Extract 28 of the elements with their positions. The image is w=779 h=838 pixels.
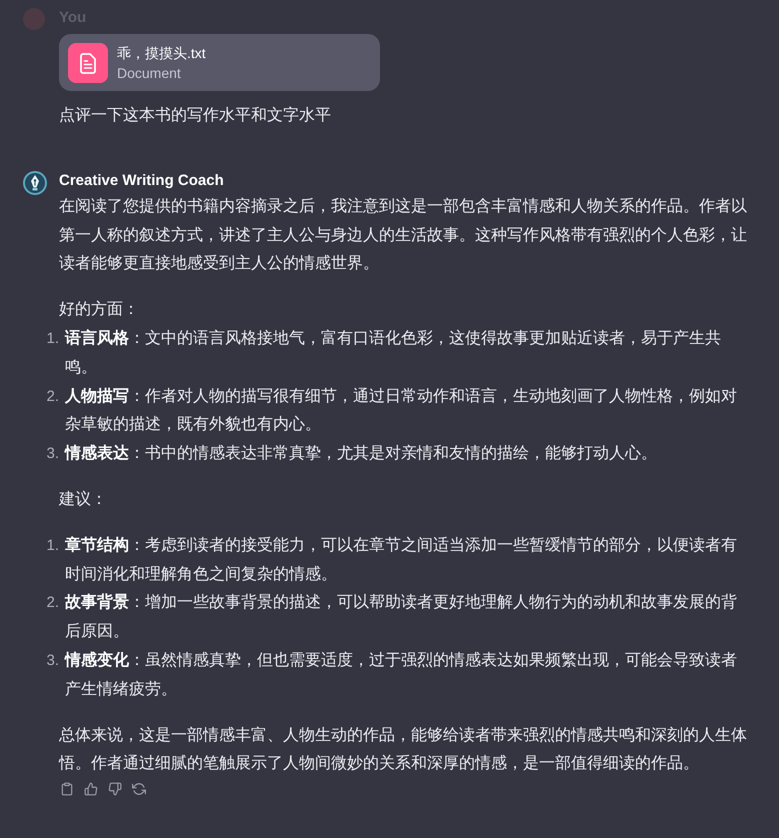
copy-icon[interactable]: [60, 782, 74, 796]
user-avatar-icon: [23, 8, 45, 30]
response-paragraph: 建议：: [59, 490, 108, 510]
refresh-icon[interactable]: [132, 782, 146, 796]
list-item-text: 故事背景：增加一些故事背景的描述，可以帮助读者更好地理解人物行为的动机和故事发展的背后原因。: [65, 592, 738, 642]
list-number: 1.: [45, 536, 59, 556]
list-item-text: 语言风格：文中的语言风格接地气，富有口语化色彩，这使得故事更加贴近读者，易于产生共鸣。: [65, 328, 722, 378]
list-item-text: 章节结构：考虑到读者的接受能力，可以在章节之间适当添加一些暂缓情节的部分，以便读者有时间消化和理解角色之间复杂的情感。: [65, 535, 738, 585]
list-number: 3.: [45, 444, 59, 464]
list-number: 1.: [45, 328, 59, 349]
author-name: Creative Writing Coach: [59, 170, 225, 191]
document-icon: [68, 42, 108, 82]
pen-nib-avatar-icon: [23, 170, 47, 195]
response-paragraph: 好的方面：: [59, 300, 140, 320]
list-number: 3.: [45, 650, 59, 671]
thumbs-down-icon[interactable]: [108, 782, 122, 796]
file-type: Document: [117, 64, 182, 82]
list-number: 2.: [45, 593, 59, 614]
thumbs-up-icon[interactable]: [84, 782, 98, 796]
list-item-text: 情感变化：虽然情感真挚，但也需要适度，过于强烈的情感表达如果频繁出现，可能会导致读者产生情绪疲劳。: [65, 650, 738, 700]
file-attachment-card[interactable]: 乖，摸摸头.txt Document: [59, 34, 380, 91]
list-item-text: 人物描写：作者对人物的描写很有细节，通过日常动作和语言，生动地刻画了人物性格，例如对杂草敏的描述，既有外貌也有内心。: [65, 386, 738, 436]
response-paragraph: 在阅读了您提供的书籍内容摘录之后，我注意到这是一部包含丰富情感和人物关系的作品。作者以第一人称的叙述方式，讲述了主人公与身边人的生活故事。这种写作风格带有强烈的个人色彩，让读者能够更直接地感受到主人公的情感世界。: [59, 196, 748, 274]
file-name: 乖，摸摸头.txt: [117, 44, 206, 62]
user-message-text: 点评一下这本书的写作水平和文字水平: [59, 106, 332, 126]
response-paragraph: 总体来说，这是一部情感丰富、人物生动的作品，能够给读者带来强烈的情感共鸣和深刻的人生体悟。作者通过细腻的笔触展示了人物间微妙的关系和深厚的情感，是一部值得细读的作品。: [59, 726, 748, 774]
list-item-text: 情感表达：书中的情感表达非常真挚，尤其是对亲情和友情的描绘，能够打动人心。: [65, 444, 658, 464]
list-number: 2.: [45, 386, 59, 407]
